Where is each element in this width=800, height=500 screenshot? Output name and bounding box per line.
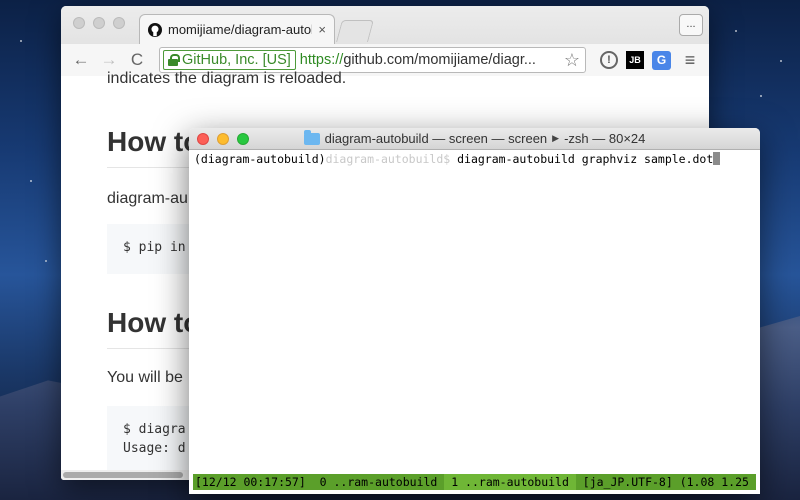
url-text: github.com/momijiame/diagr... <box>343 52 536 68</box>
caret-right-icon: ▶ <box>552 133 560 143</box>
forward-button[interactable]: → <box>97 50 121 70</box>
scrollbar-thumb[interactable] <box>63 472 183 478</box>
zoom-window-button[interactable] <box>113 17 125 29</box>
tab-title: momijiame/diagram-autobuil <box>168 22 312 37</box>
status-window-0[interactable]: 0 ..ram-autobuild <box>313 474 445 490</box>
folder-icon <box>303 129 320 145</box>
jb-extension-icon[interactable]: JB <box>626 51 644 69</box>
minimize-window-button[interactable] <box>93 17 105 29</box>
section-paragraph-1: diagram-au <box>107 190 188 207</box>
terminal-window-controls <box>197 133 249 145</box>
status-time: [12/12 00:17:57] <box>195 475 306 489</box>
browser-menu-icon[interactable]: ≡ <box>679 49 701 71</box>
terminal-title-bar[interactable]: diagram-autobuild — screen — screen ▶ -z… <box>189 128 760 150</box>
github-icon <box>148 22 162 37</box>
status-load: (1.08 1.25 <box>679 475 749 489</box>
section-heading-1: How to <box>107 126 201 157</box>
prompt-env: (diagram-autobuild) <box>194 152 326 166</box>
page-text-top: indicates the diagram is reloaded. <box>107 70 347 87</box>
back-button[interactable]: ← <box>69 50 93 70</box>
terminal-title-tail: -zsh — 80×24 <box>564 131 646 146</box>
info-extension-icon[interactable]: ! <box>600 51 618 69</box>
close-window-button[interactable] <box>197 133 209 145</box>
status-locale: [ja_JP.UTF-8] <box>575 475 680 489</box>
code-line: $ pip in <box>123 240 186 255</box>
minimize-window-button[interactable] <box>217 133 229 145</box>
lock-icon <box>168 54 180 66</box>
close-window-button[interactable] <box>73 17 85 29</box>
status-window-1[interactable]: 1 ..ram-autobuild <box>444 474 576 490</box>
browser-chrome: momijiame/diagram-autobuil × ... ← → C G… <box>61 6 709 76</box>
browser-window-controls <box>73 17 125 29</box>
bookmark-star-icon[interactable]: ☆ <box>562 50 582 71</box>
profile-menu-button[interactable]: ... <box>679 14 703 36</box>
translate-extension-icon[interactable]: G <box>652 50 671 70</box>
section-heading-2: How to <box>107 307 201 338</box>
ev-label: GitHub, Inc. [US] <box>182 52 291 68</box>
text-cursor <box>713 152 721 165</box>
terminal-content[interactable]: (diagram-autobuild)diagram-autobuild$ di… <box>189 150 760 474</box>
screen-status-bar: [12/12 00:17:57] 0 ..ram-autobuild 1 ..r… <box>193 474 756 490</box>
prompt-directory: diagram-autobuild$ <box>325 152 451 166</box>
browser-tab[interactable]: momijiame/diagram-autobuil × <box>139 14 335 44</box>
zoom-window-button[interactable] <box>237 133 249 145</box>
section-paragraph-2: You will be <box>107 369 183 386</box>
reload-button[interactable]: C <box>125 50 149 70</box>
new-tab-button[interactable] <box>336 20 374 42</box>
command-text: diagram-autobuild graphviz sample.dot <box>450 152 714 166</box>
tab-close-icon[interactable]: × <box>318 22 326 37</box>
url-protocol: https:// <box>299 52 344 68</box>
terminal-window: diagram-autobuild — screen — screen ▶ -z… <box>189 128 760 494</box>
ev-certificate-badge[interactable]: GitHub, Inc. [US] <box>163 50 296 70</box>
terminal-title: diagram-autobuild — screen — screen <box>324 131 548 146</box>
